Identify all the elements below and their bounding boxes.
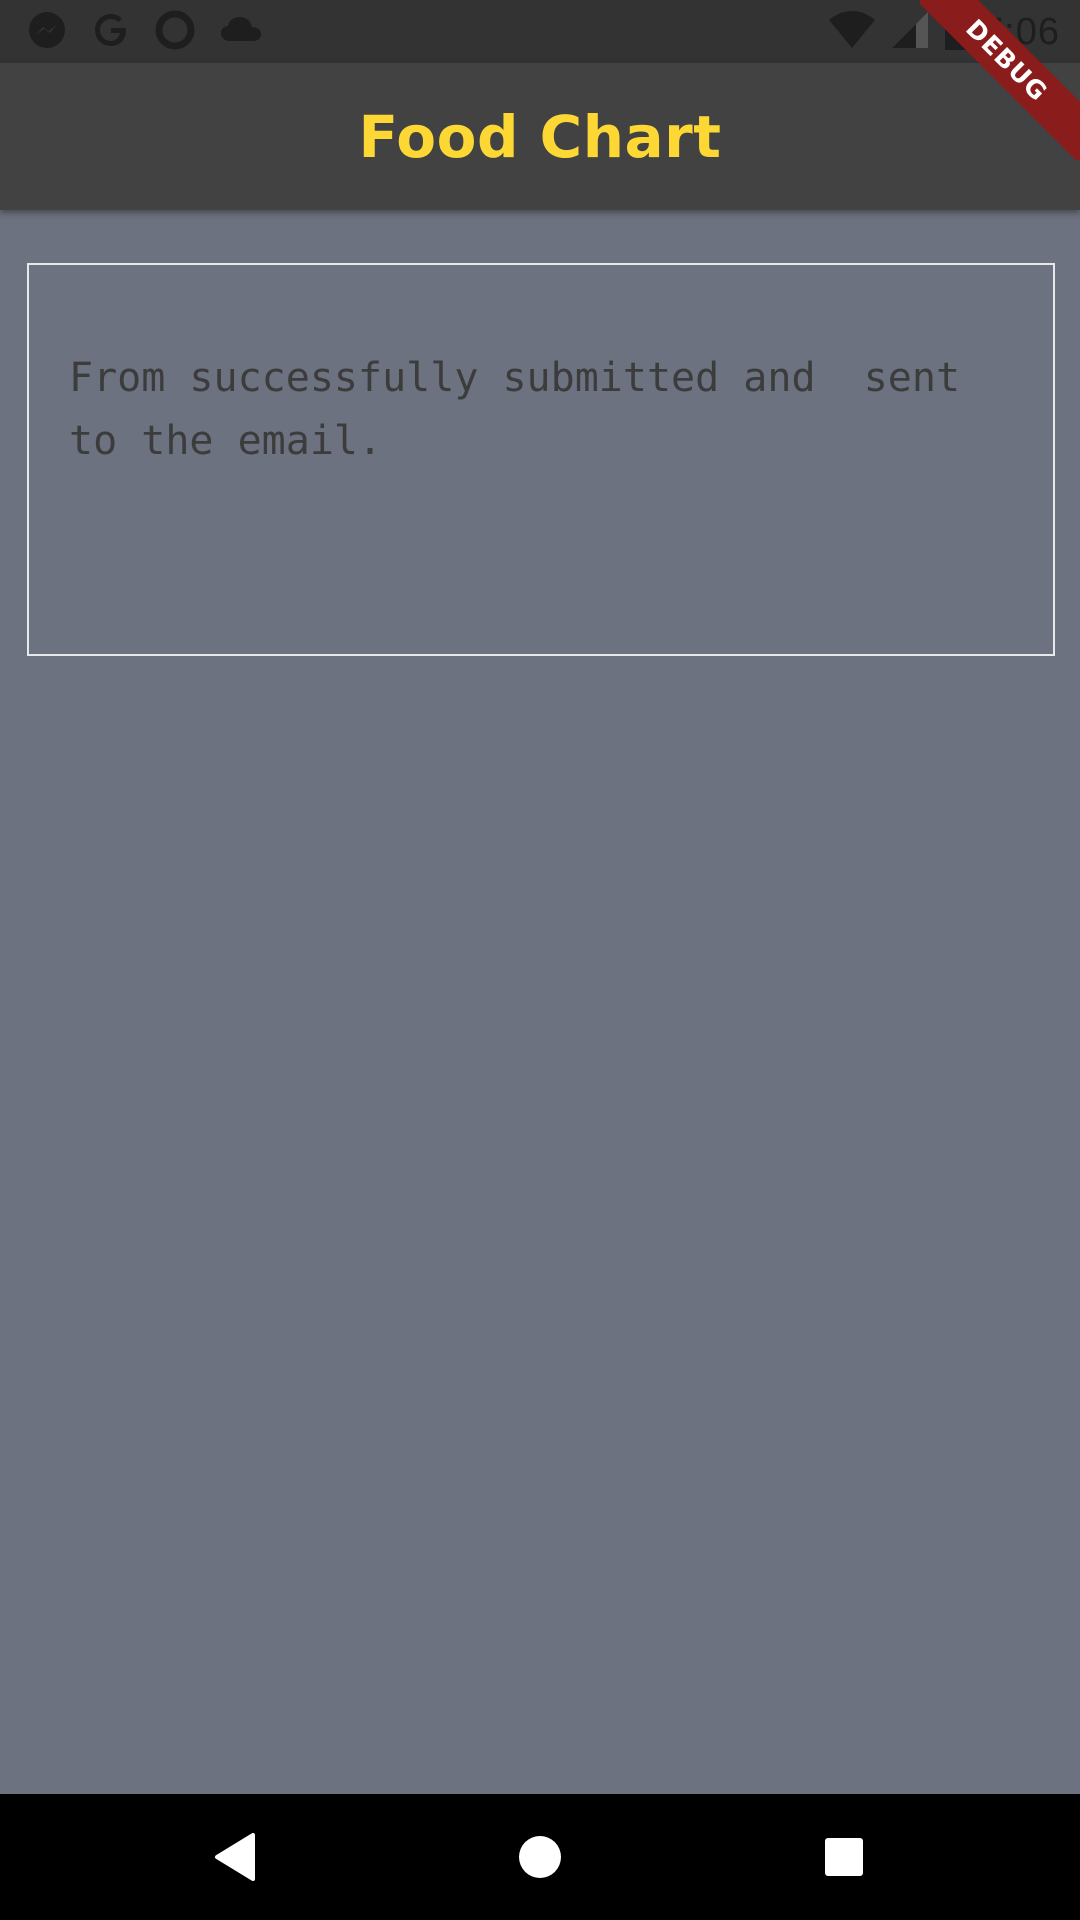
signal-icon xyxy=(890,10,930,55)
recents-icon xyxy=(825,1838,863,1876)
recents-button[interactable] xyxy=(809,1822,879,1892)
messenger-icon xyxy=(26,9,68,56)
cloud-icon xyxy=(218,9,264,56)
home-icon xyxy=(519,1836,561,1878)
circle-icon xyxy=(154,9,196,56)
status-bar: 7:06 xyxy=(0,0,1080,63)
navigation-bar xyxy=(0,1794,1080,1920)
battery-icon xyxy=(944,9,968,56)
google-icon xyxy=(90,9,132,56)
notification-icons xyxy=(26,10,264,54)
status-time: 7:06 xyxy=(982,10,1060,53)
page-title: Food Chart xyxy=(358,102,722,171)
wifi-icon xyxy=(828,10,876,55)
message-text: From successfully submitted and sent to … xyxy=(69,355,985,464)
message-box: From successfully submitted and sent to … xyxy=(27,263,1055,656)
app-bar: Food Chart xyxy=(0,63,1080,210)
back-button[interactable] xyxy=(200,1822,270,1892)
back-icon xyxy=(215,1833,255,1881)
system-icons: 7:06 xyxy=(828,9,1060,56)
home-button[interactable] xyxy=(505,1822,575,1892)
